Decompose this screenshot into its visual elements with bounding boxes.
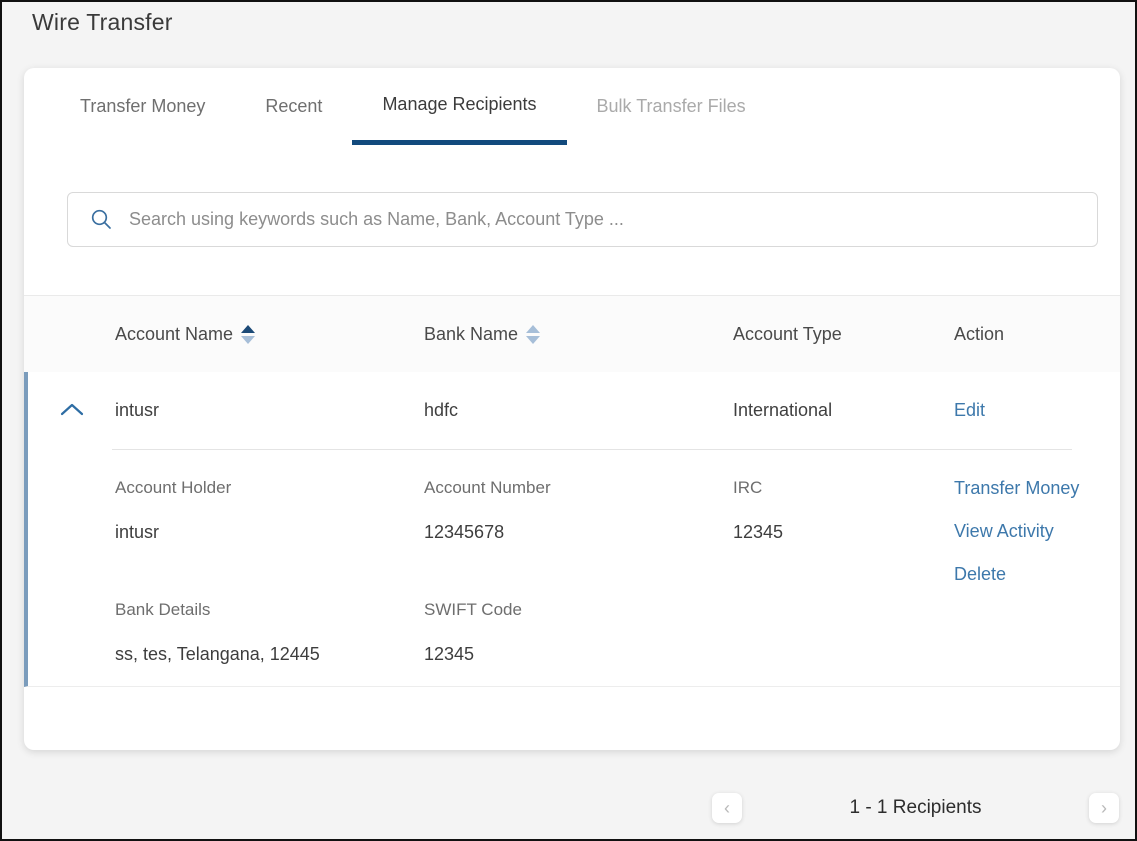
tab-recent[interactable]: Recent bbox=[235, 68, 352, 145]
tab-transfer-money[interactable]: Transfer Money bbox=[50, 68, 235, 145]
tab-manage-recipients[interactable]: Manage Recipients bbox=[352, 68, 566, 145]
search-box bbox=[67, 192, 1098, 247]
delete-link[interactable]: Delete bbox=[954, 564, 1120, 584]
details-row-1: Account Holder intusr Account Number 123… bbox=[28, 478, 1120, 584]
row-action-links: Transfer Money View Activity Delete bbox=[954, 478, 1120, 584]
sort-icon-bank-name[interactable] bbox=[526, 325, 540, 344]
collapse-row-button[interactable] bbox=[28, 400, 115, 421]
wire-transfer-window: { "page": { "title": "Wire Transfer" }, … bbox=[0, 0, 1137, 841]
wire-transfer-card: Transfer Money Recent Manage Recipients … bbox=[24, 68, 1120, 750]
account-holder-label: Account Holder bbox=[115, 478, 424, 498]
swift-code-value: 12345 bbox=[424, 643, 733, 665]
details-row-2: Bank Details ss, tes, Telangana, 12445 S… bbox=[28, 600, 1120, 665]
header-action: Action bbox=[954, 324, 1120, 345]
header-action-label: Action bbox=[954, 324, 1004, 345]
header-account-name: Account Name bbox=[115, 324, 424, 345]
edit-link[interactable]: Edit bbox=[954, 400, 985, 420]
bank-details-field: Bank Details ss, tes, Telangana, 12445 bbox=[115, 600, 424, 665]
table-header-row: Account Name Bank Name Account Type Acti… bbox=[24, 295, 1120, 372]
view-activity-link[interactable]: View Activity bbox=[954, 521, 1120, 541]
cell-bank-name: hdfc bbox=[424, 400, 733, 421]
header-bank-name: Bank Name bbox=[424, 324, 733, 345]
swift-code-label: SWIFT Code bbox=[424, 600, 733, 620]
tab-bar: Transfer Money Recent Manage Recipients … bbox=[24, 68, 1120, 145]
irc-label: IRC bbox=[733, 478, 954, 498]
row-details: Account Holder intusr Account Number 123… bbox=[28, 450, 1120, 686]
irc-field: IRC 12345 bbox=[733, 478, 954, 584]
search-input[interactable] bbox=[129, 193, 1097, 246]
account-holder-field: Account Holder intusr bbox=[115, 478, 424, 584]
header-bank-name-label: Bank Name bbox=[424, 324, 518, 345]
sort-icon-account-name[interactable] bbox=[241, 325, 255, 344]
table-row[interactable]: intusr hdfc International Edit bbox=[28, 372, 1120, 449]
pagination: ‹ 1 - 1 Recipients › bbox=[712, 793, 1119, 823]
account-number-value: 12345678 bbox=[424, 521, 733, 543]
account-number-label: Account Number bbox=[424, 478, 733, 498]
account-holder-value: intusr bbox=[115, 521, 424, 543]
cell-account-name: intusr bbox=[115, 400, 424, 421]
pagination-next-button[interactable]: › bbox=[1089, 793, 1119, 823]
tab-bulk-transfer-files[interactable]: Bulk Transfer Files bbox=[567, 68, 776, 145]
bank-details-label: Bank Details bbox=[115, 600, 424, 620]
transfer-money-link[interactable]: Transfer Money bbox=[954, 478, 1120, 498]
chevron-left-icon: ‹ bbox=[724, 798, 730, 819]
account-number-field: Account Number 12345678 bbox=[424, 478, 733, 584]
irc-value: 12345 bbox=[733, 521, 954, 543]
page-title: Wire Transfer bbox=[32, 9, 173, 36]
pagination-label: 1 - 1 Recipients bbox=[849, 797, 981, 819]
swift-code-field: SWIFT Code 12345 bbox=[424, 600, 733, 665]
header-account-type-label: Account Type bbox=[733, 324, 842, 345]
pagination-prev-button[interactable]: ‹ bbox=[712, 793, 742, 823]
chevron-up-icon bbox=[60, 400, 84, 421]
chevron-right-icon: › bbox=[1101, 798, 1107, 819]
recipient-row-expanded: intusr hdfc International Edit Account H… bbox=[24, 372, 1120, 687]
search-icon bbox=[90, 208, 113, 231]
recipients-table: Account Name Bank Name Account Type Acti… bbox=[24, 295, 1120, 687]
bank-details-value: ss, tes, Telangana, 12445 bbox=[115, 643, 424, 665]
header-account-type: Account Type bbox=[733, 324, 954, 345]
header-account-name-label: Account Name bbox=[115, 324, 233, 345]
cell-account-type: International bbox=[733, 400, 954, 421]
